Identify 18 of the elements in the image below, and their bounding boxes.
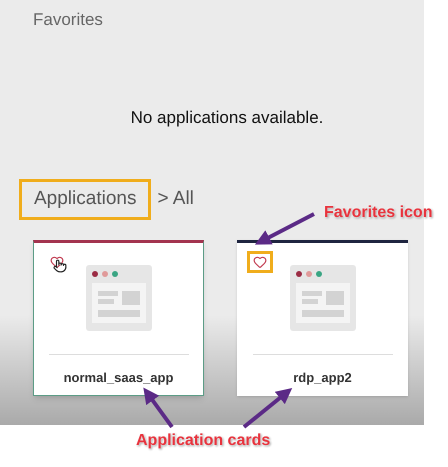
application-card[interactable]: normal_saas_app (33, 240, 204, 396)
empty-message: No applications available. (130, 106, 324, 128)
hand-cursor-icon (53, 258, 67, 272)
application-card[interactable]: rdp_app2 (237, 240, 408, 396)
app-window-icon (290, 264, 356, 330)
callout-label: Application cards (136, 431, 270, 451)
heart-icon (253, 254, 267, 268)
arrow (254, 212, 315, 245)
app-window-icon (86, 264, 152, 330)
breadcrumb-text: > All (157, 187, 194, 211)
arrow (143, 388, 174, 428)
app-name: rdp_app2 (293, 368, 352, 387)
callout-label: Favorites icon (324, 203, 432, 223)
section-title: Favorites (33, 9, 103, 31)
heart-icon (50, 254, 64, 268)
arrow (242, 388, 292, 429)
app-name: normal_saas_app (64, 368, 174, 387)
breadcrumb-link[interactable]: Applications (19, 179, 152, 220)
